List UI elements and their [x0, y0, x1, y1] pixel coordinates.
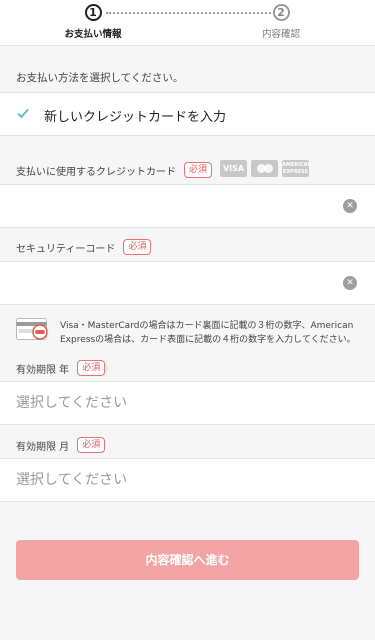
payment-method-instruction: お支払い方法を選択してください。 — [16, 72, 184, 84]
proceed-to-confirm-button[interactable]: 内容確認へ進む — [16, 540, 359, 580]
clear-security-code-icon[interactable]: ✕ — [343, 276, 357, 290]
step-2-number: 2 — [272, 4, 290, 21]
step-payment-info: 1 お支払い情報 — [33, 4, 153, 40]
expiry-year-row — [0, 381, 375, 425]
security-code-row: ✕ — [0, 261, 375, 305]
required-badge: 必須 — [77, 360, 106, 376]
step-2-label: 内容確認 — [261, 29, 300, 40]
clear-card-number-icon[interactable]: ✕ — [343, 199, 357, 213]
step-1-number: 1 — [84, 4, 102, 21]
check-icon — [17, 108, 29, 119]
expiry-year-label-row: 有効期限 年 必須 — [16, 360, 106, 376]
card-brand-logos: VISA AMERICAN EXPRESS — [220, 160, 312, 177]
expiry-month-select[interactable] — [0, 459, 320, 501]
expiry-month-row — [0, 458, 375, 502]
step-1-label: お支払い情報 — [64, 29, 122, 40]
mastercard-logo — [251, 160, 278, 177]
new-card-option[interactable]: 新しいクレジットカードを入力 — [0, 92, 375, 136]
visa-logo: VISA — [220, 160, 247, 177]
security-code-label: セキュリティーコード — [16, 243, 116, 255]
card-back-cvc-icon — [16, 318, 48, 340]
expiry-year-label: 有効期限 年 — [16, 364, 70, 376]
card-number-input[interactable] — [0, 185, 320, 227]
required-badge: 必須 — [123, 239, 152, 255]
cvc-help-text: Visa・MasterCardの場合はカード裏面に記載の３桁の数字、Americ… — [60, 321, 356, 345]
card-number-label: 支払いに使用するクレジットカード — [16, 166, 176, 178]
expiry-month-label-row: 有効期限 月 必須 — [16, 437, 106, 453]
required-badge: 必須 — [77, 437, 106, 453]
card-number-row: ✕ — [0, 184, 375, 228]
card-number-label-row: 支払いに使用するクレジットカード 必須 — [16, 162, 213, 178]
security-code-input[interactable] — [0, 262, 320, 304]
step-confirm: 2 内容確認 — [221, 4, 341, 40]
expiry-month-label: 有効期限 月 — [16, 441, 70, 453]
required-badge: 必須 — [184, 162, 213, 178]
security-code-label-row: セキュリティーコード 必須 — [16, 239, 152, 255]
amex-logo: AMERICAN EXPRESS — [282, 160, 312, 177]
expiry-year-select[interactable] — [0, 382, 320, 424]
new-card-option-label: 新しいクレジットカードを入力 — [44, 110, 227, 125]
checkout-stepper: 1 お支払い情報 2 内容確認 — [0, 0, 375, 46]
